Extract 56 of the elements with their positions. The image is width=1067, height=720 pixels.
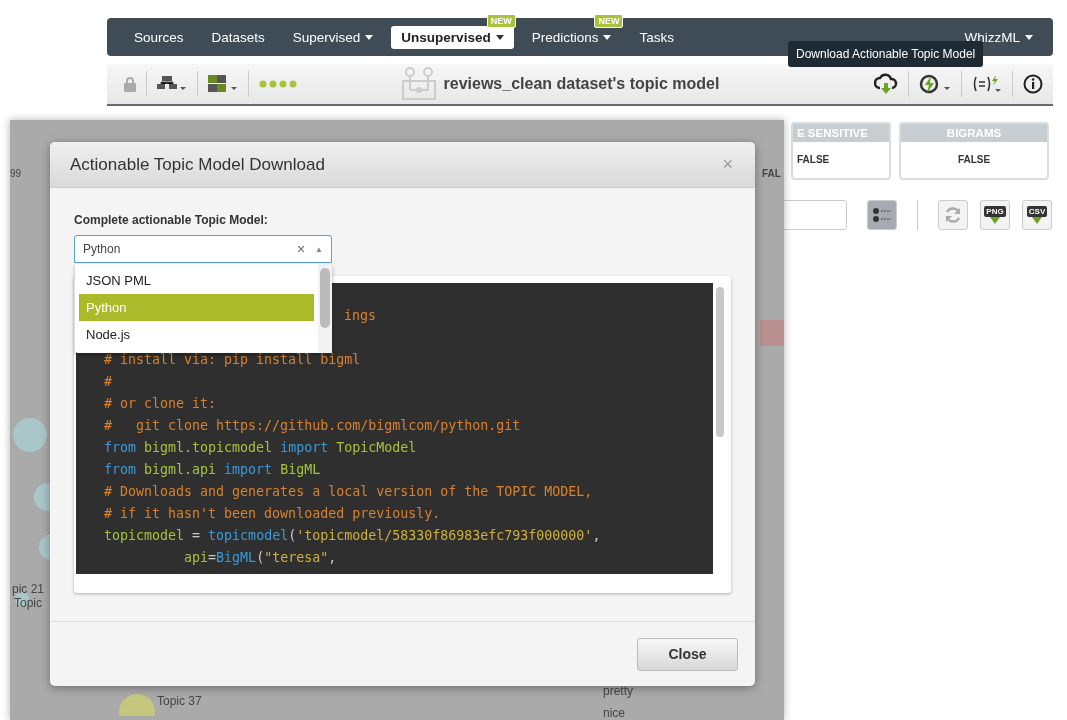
download-arrow-icon	[1032, 217, 1042, 224]
code-line: # or clone it:	[104, 396, 217, 411]
toggle-button[interactable]	[867, 200, 897, 230]
faint-term: nice	[603, 706, 625, 720]
faint-count: 99	[10, 168, 22, 179]
nav-tab[interactable]: Sources	[124, 25, 194, 49]
download-arrow-icon	[990, 217, 1000, 224]
scrollbar[interactable]	[318, 264, 332, 353]
faint-value: FAL	[762, 168, 781, 179]
code-line: api=BigML("teresa",	[183, 550, 337, 565]
faint-term: pretty	[603, 684, 633, 698]
hierarchy-icon[interactable]	[157, 76, 187, 92]
refresh-icon	[944, 206, 962, 224]
model-title: reviews_clean dataset's topic model	[443, 75, 720, 93]
export-button[interactable]: PNG	[980, 200, 1010, 230]
new-badge: NEW	[486, 13, 516, 28]
faint-bar	[760, 320, 784, 346]
dropdown-option[interactable]: JSON PML	[79, 267, 314, 294]
tooltip: Download Actionable Topic Model	[788, 41, 984, 67]
code-line: from bigml.api import BigML	[104, 462, 321, 477]
cloud-download-icon[interactable]	[874, 73, 898, 95]
card-value: FALSE	[956, 153, 992, 167]
clear-button[interactable]: ×	[296, 241, 306, 257]
topic-model-icon	[401, 67, 436, 101]
field-label: Complete actionable Topic Model:	[74, 213, 269, 227]
topic-bubble-icon	[118, 692, 156, 716]
dialog-title: Actionable Topic Model Download	[70, 154, 325, 175]
formula-lightning-icon[interactable]	[972, 74, 1002, 94]
dots-icon	[259, 80, 297, 88]
code-line: #	[104, 374, 112, 389]
faint-topic-label: pic 21	[12, 582, 45, 596]
list-dots-icon	[872, 207, 892, 223]
close-button[interactable]: Close	[637, 637, 738, 671]
nav-tab[interactable]: Datasets	[201, 25, 275, 49]
lightning-cycle-icon[interactable]	[919, 74, 951, 94]
nav-tab[interactable]: Tasks	[629, 25, 684, 49]
info-icon[interactable]	[1023, 74, 1043, 94]
code-line: ings	[344, 308, 377, 323]
code-line: # install via: pip install bigml	[104, 352, 361, 367]
code-line: # git clone https://github.com/bigmlcom/python.git	[104, 418, 521, 433]
faint-topic-label: Topic	[14, 596, 42, 610]
new-badge: NEW	[594, 13, 624, 28]
code-line: from bigml.topicmodel import TopicModel	[104, 440, 417, 455]
binary-grid-icon[interactable]	[208, 75, 238, 93]
code-line: topicmodel = topicmodel('topicmodel/58330f86983efc793f000000',	[104, 528, 601, 543]
nav-tab[interactable]: Supervised	[282, 25, 384, 49]
language-select[interactable]: Python × ▲	[74, 235, 332, 263]
dropdown-arrow[interactable]: ▲	[315, 244, 323, 254]
card-value: FALSE	[796, 153, 831, 167]
faint-topic-label: Topic 37	[157, 694, 202, 708]
export-button[interactable]: CSV	[1022, 200, 1052, 230]
nav-tab[interactable]: Predictions	[521, 25, 622, 49]
dropdown-option[interactable]: Node.js	[79, 321, 314, 348]
nav-tab[interactable]: Unsupervised	[391, 25, 514, 49]
code-line: # if it hasn't been downloaded previously.	[104, 506, 441, 521]
code-line: # Downloads and generates a local version of the TOPIC MODEL,	[104, 484, 593, 499]
